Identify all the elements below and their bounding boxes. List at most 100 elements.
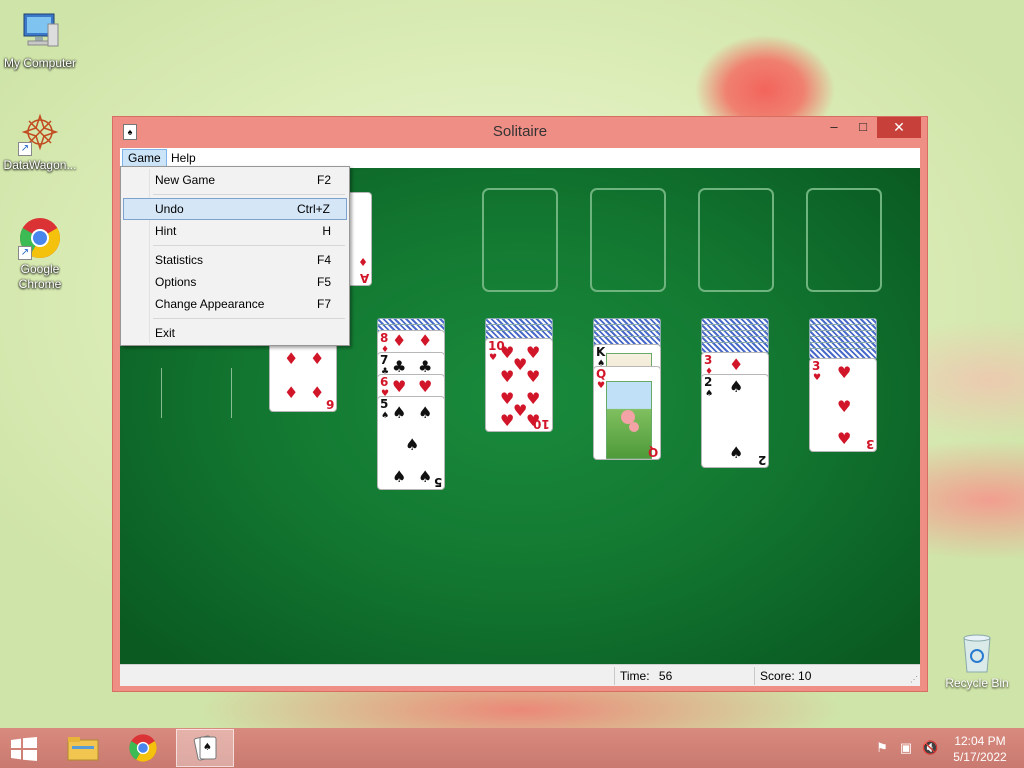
card-suit: ♦ [392,331,407,350]
network-icon[interactable]: ▣ [898,740,914,756]
title-bar[interactable]: ♠ Solitaire ‒ □ ✕ [113,117,927,147]
card-suit: ♥ [526,367,541,386]
card-rank: 2 [704,375,713,389]
menu-separator [153,245,345,246]
menu-item-label: Undo [155,202,184,216]
card-suit: ♥ [837,397,852,416]
menu-item-label: Change Appearance [155,297,265,311]
tableau-card[interactable]: 2 ♠ ♠ ♠ 2 [701,374,769,468]
board-line [231,368,232,418]
card-suit: ♥ [813,373,822,383]
menu-game[interactable]: Game [122,149,167,167]
maximize-button[interactable]: □ [849,117,877,138]
menu-item-options[interactable]: Options F5 [123,271,347,293]
menu-item-shortcut: F5 [316,275,331,289]
menu-item-label: Statistics [155,253,204,267]
card-suit: ♠ [729,377,744,396]
foundation-slot[interactable] [806,188,882,292]
card-suit: ♠ [418,403,433,422]
board-line [161,368,162,418]
solitaire-cards-icon: ♠ [193,735,217,761]
desktop-icon-recycle-bin[interactable]: Recycle Bin [942,632,1012,690]
status-time: Time: 56 [620,669,672,683]
card-rank: 10 [533,417,550,431]
desktop-icon-my-computer[interactable]: My Computer [0,10,80,71]
card-suit: ♠ [405,435,420,454]
tableau-card[interactable]: 10 ♥ ♥ ♥ ♥ ♥ ♥ ♥ ♥ ♥ ♥ ♥ 10 [485,338,553,432]
recycle-bin-icon [957,632,997,674]
taskbar-clock[interactable]: 12:04 PM 5/17/2022 [940,733,1020,765]
clock-date: 5/17/2022 [953,750,1007,764]
card-rank: 3 [812,359,821,373]
menu-item-shortcut: F7 [316,297,331,311]
menu-item-label: New Game [155,173,216,187]
taskbar-chrome[interactable] [114,729,172,767]
status-divider [614,667,615,685]
shortcut-arrow-icon: ↗ [18,142,32,156]
menu-item-exit[interactable]: Exit [123,322,347,344]
start-button[interactable] [10,737,38,761]
game-menu-dropdown: New Game F2 Undo Ctrl+Z Hint H Statistic… [120,166,350,346]
menu-bar: Game Help [120,148,920,168]
action-center-flag-icon[interactable]: ⚑ [874,740,890,756]
card-rank: Q [647,445,658,459]
card-suit: ♦ [310,383,325,402]
desktop-icon-google-chrome[interactable]: ↗ Google Chrome [0,216,80,292]
card-suit: ♦ [310,349,325,368]
card-suit: ♥ [837,363,852,382]
foundation-slot[interactable] [482,188,558,292]
card-rank: 3 [704,353,713,367]
menu-separator [153,194,345,195]
menu-item-hint[interactable]: Hint H [123,220,347,242]
desktop-icon-label: DataWagon... [3,158,77,172]
card-rank: Q [596,367,607,381]
card-suit: ♥ [526,343,541,362]
card-suit: ♣ [418,357,433,376]
menu-item-new-game[interactable]: New Game F2 [123,169,347,191]
menu-item-statistics[interactable]: Statistics F4 [123,249,347,271]
menu-item-undo[interactable]: Undo Ctrl+Z [123,198,347,220]
card-rank: 8 [380,331,389,345]
taskbar-solitaire[interactable]: ♠ [176,729,234,767]
status-score: Score: 10 [760,669,812,683]
card-suit: ♥ [500,367,515,386]
close-button[interactable]: ✕ [877,117,921,138]
menu-item-label: Exit [155,326,176,340]
minimize-button[interactable]: ‒ [819,117,849,138]
desktop-icon-label: My Computer [3,56,77,70]
tableau-card[interactable]: 5 ♠ ♠ ♠ ♠ ♠ ♠ 5 [377,396,445,490]
desktop-icon-datawagon[interactable]: ↗ DataWagon... [0,112,80,173]
card-rank: 2 [757,453,766,467]
card-rank: 3 [865,437,874,451]
menu-item-shortcut: H [322,224,331,238]
menu-help[interactable]: Help [166,149,201,167]
foundation-slot[interactable] [698,188,774,292]
menu-item-shortcut: Ctrl+Z [297,202,330,216]
menu-item-label: Options [155,275,197,289]
datawagon-icon: ↗ [18,112,62,156]
card-rank: 5 [433,475,442,489]
windows-logo-icon [11,737,37,761]
card-suit: ♦ [284,349,299,368]
time-value: 56 [658,669,673,683]
clock-time: 12:04 PM [954,734,1006,748]
tableau-card[interactable]: Q ♥ Q [593,366,661,460]
menu-item-shortcut: F4 [316,253,331,267]
tableau-card[interactable]: 3 ♥ ♥ ♥ ♥ 3 [809,358,877,452]
menu-item-change-appearance[interactable]: Change Appearance F7 [123,293,347,315]
menu-item-shortcut: F2 [316,173,331,187]
card-rank: 7 [380,353,389,367]
card-suit: ♦ [358,256,368,269]
card-suit: ♦ [418,331,433,350]
card-rank: A [359,271,369,285]
resize-grip-icon[interactable]: ⋰ [910,676,918,684]
taskbar-file-explorer[interactable] [54,729,112,767]
taskbar: ♠ ⚑ ▣ 🔇 12:04 PM 5/17/2022 [0,728,1024,768]
card-suit: ♠ [729,443,744,462]
chrome-icon [129,734,157,762]
shortcut-arrow-icon: ↗ [18,246,32,260]
volume-muted-icon[interactable]: 🔇 [922,740,938,756]
card-suit: ♠ [705,389,714,399]
desktop-icon-label: Recycle Bin [945,676,1009,690]
foundation-slot[interactable] [590,188,666,292]
